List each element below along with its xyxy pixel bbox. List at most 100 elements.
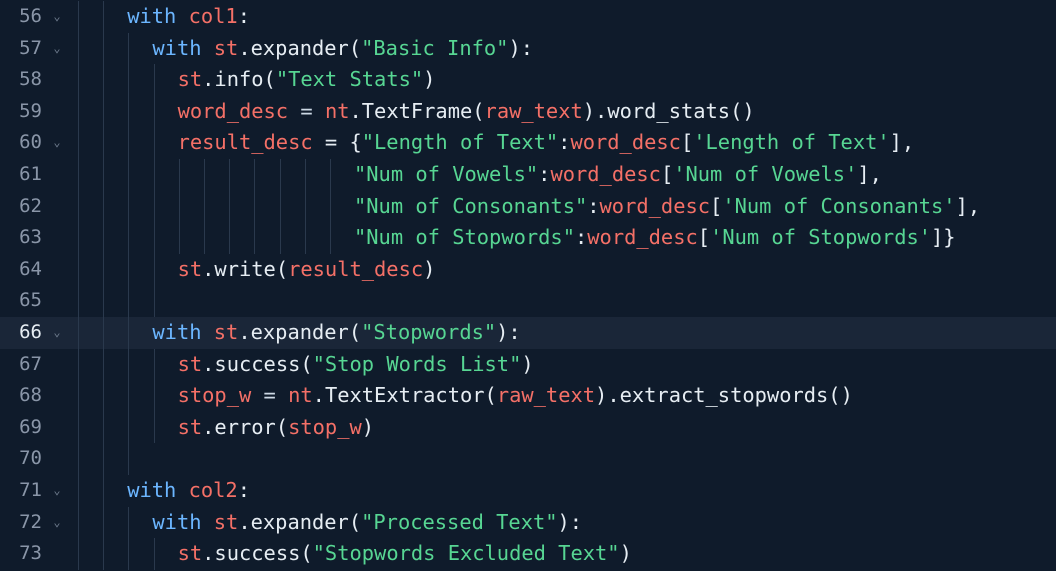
code-line[interactable]: 67 st.success("Stop Words List") — [0, 348, 1056, 381]
code-text[interactable]: with st.expander("Stopwords"): — [152, 317, 520, 349]
code-token: word_desc — [550, 162, 661, 186]
code-text[interactable]: "Num of Consonants":word_desc['Num of Co… — [354, 191, 980, 223]
indent-guide — [103, 285, 105, 317]
code-line[interactable]: 72 ⌄ with st.expander("Processed Text"): — [0, 506, 1056, 539]
indent-guide — [153, 159, 155, 191]
code-token: "Num of Stopwords" — [354, 225, 575, 250]
code-token: with — [127, 478, 189, 502]
code-token: with — [152, 35, 214, 60]
indent-guide — [128, 95, 130, 128]
gutter: 56 ⌄ — [0, 1, 72, 33]
code-token: [ — [710, 193, 723, 218]
indent-guide — [128, 159, 130, 191]
code-text[interactable]: st.write(result_desc) — [178, 254, 436, 286]
line-number: 59 — [19, 99, 42, 122]
indent-guide — [153, 348, 155, 381]
code-token: with — [152, 509, 214, 534]
code-text[interactable]: st.info("Text Stats") — [178, 64, 436, 96]
indent-guide — [103, 253, 105, 286]
chevron-down-icon[interactable]: ⌄ — [50, 127, 64, 159]
indent-guide — [78, 506, 79, 539]
indent-guide — [229, 222, 231, 254]
code-line[interactable]: 56 ⌄ with col1: — [0, 1, 1056, 33]
code-text[interactable]: "Num of Stopwords":word_desc['Num of Sto… — [354, 222, 956, 254]
code-line[interactable]: 64 st.write(result_desc) — [0, 253, 1056, 286]
indent-guide — [78, 317, 79, 349]
line-number: 67 — [19, 352, 42, 375]
indent-guide — [103, 1, 105, 33]
code-line[interactable]: 73 st.success("Stopwords Excluded Text") — [0, 538, 1056, 570]
code-line[interactable]: 66 ⌄ with st.expander("Stopwords"): — [0, 317, 1056, 349]
code-text[interactable]: "Num of Vowels":word_desc['Num of Vowels… — [354, 159, 882, 191]
code-token: with — [127, 4, 189, 28]
code-token: .success( — [202, 351, 313, 376]
indent-guide — [128, 127, 130, 159]
gutter: 62 — [0, 190, 72, 223]
code-line[interactable]: 58 st.info("Text Stats") — [0, 64, 1056, 96]
code-token: "Basic Info" — [361, 35, 509, 60]
chevron-down-icon[interactable]: ⌄ — [50, 317, 64, 349]
indent-guide — [178, 190, 180, 223]
code-line[interactable]: 60 ⌄ result_desc = {"Length of Text":word_… — [0, 127, 1056, 159]
code-text[interactable]: st.error(stop_w) — [178, 412, 374, 444]
code-text[interactable]: word_desc = nt.TextFrame(raw_text).word_… — [178, 96, 755, 128]
chevron-down-icon[interactable]: ⌄ — [50, 1, 64, 33]
code-token: ]} — [931, 225, 956, 250]
code-line[interactable]: 70 — [0, 443, 1056, 475]
indent-guide — [153, 127, 155, 159]
code-token: ) — [423, 256, 436, 281]
code-token: "Num of Vowels" — [354, 162, 539, 186]
code-text[interactable]: result_desc = {"Length of Text":word_des… — [178, 127, 915, 159]
code-text[interactable]: st.success("Stopwords Excluded Text") — [178, 538, 632, 570]
code-token: [ — [660, 162, 674, 186]
indent-guide — [178, 159, 180, 191]
indent-guide — [229, 190, 231, 223]
gutter: 57 ⌄ — [0, 32, 72, 65]
code-token: nt — [324, 98, 350, 123]
indent-guide — [128, 253, 130, 286]
code-token: st — [213, 35, 239, 60]
code-token: ) — [619, 541, 632, 566]
code-line[interactable]: 63 "Num of Stopwords":word_desc['Num of S… — [0, 222, 1056, 254]
code-token: : — [587, 193, 600, 218]
indent-guide — [304, 222, 306, 254]
indent-guide — [153, 285, 155, 317]
code-token: ], — [889, 130, 915, 155]
indent-guide — [78, 411, 79, 444]
code-text[interactable]: st.success("Stop Words List") — [178, 349, 534, 381]
code-line[interactable]: 57 ⌄ with st.expander("Basic Info"): — [0, 32, 1056, 65]
code-text[interactable]: with col1: — [127, 1, 250, 33]
code-text[interactable]: with st.expander("Basic Info"): — [152, 33, 533, 65]
chevron-down-icon[interactable]: ⌄ — [50, 33, 64, 65]
code-line[interactable]: 59 word_desc = nt.TextFrame(raw_text).wor… — [0, 95, 1056, 128]
indent-guide — [304, 159, 306, 191]
code-token: word_desc — [599, 193, 711, 218]
code-line[interactable]: 71 ⌄ with col2: — [0, 475, 1056, 507]
gutter: 64 — [0, 253, 72, 286]
gutter: 59 — [0, 95, 72, 128]
code-line[interactable]: 68 stop_w = nt.TextExtractor(raw_text).ex… — [0, 380, 1056, 412]
indent-guide — [254, 159, 256, 191]
code-text[interactable]: with st.expander("Processed Text"): — [152, 507, 582, 539]
gutter: 65 — [0, 285, 72, 317]
chevron-down-icon[interactable]: ⌄ — [50, 507, 64, 539]
code-token: 'Num of Stopwords' — [710, 225, 932, 250]
code-token: .TextExtractor( — [312, 383, 497, 408]
code-editor[interactable]: 56 ⌄ with col1: 57 ⌄ with st.expander("Basic … — [0, 0, 1056, 571]
code-text[interactable]: with col2: — [127, 475, 250, 507]
code-text[interactable]: stop_w = nt.TextExtractor(raw_text).extr… — [178, 380, 853, 412]
code-token: .expander( — [238, 35, 362, 60]
code-line[interactable]: 61 "Num of Vowels":word_desc['Num of Vowe… — [0, 159, 1056, 191]
code-token: : — [558, 130, 571, 155]
code-line[interactable]: 65 — [0, 285, 1056, 317]
code-line[interactable]: 62 "Num of Consonants":word_desc['Num of … — [0, 190, 1056, 223]
gutter: 61 — [0, 159, 72, 191]
code-token: ) — [521, 351, 534, 376]
chevron-down-icon[interactable]: ⌄ — [50, 475, 64, 507]
indent-guide — [153, 380, 155, 412]
code-line[interactable]: 69 st.error(stop_w) — [0, 411, 1056, 444]
code-token: : — [237, 4, 250, 28]
gutter: 68 — [0, 380, 72, 412]
indent-guide — [103, 475, 105, 507]
indent-guide — [78, 475, 79, 507]
